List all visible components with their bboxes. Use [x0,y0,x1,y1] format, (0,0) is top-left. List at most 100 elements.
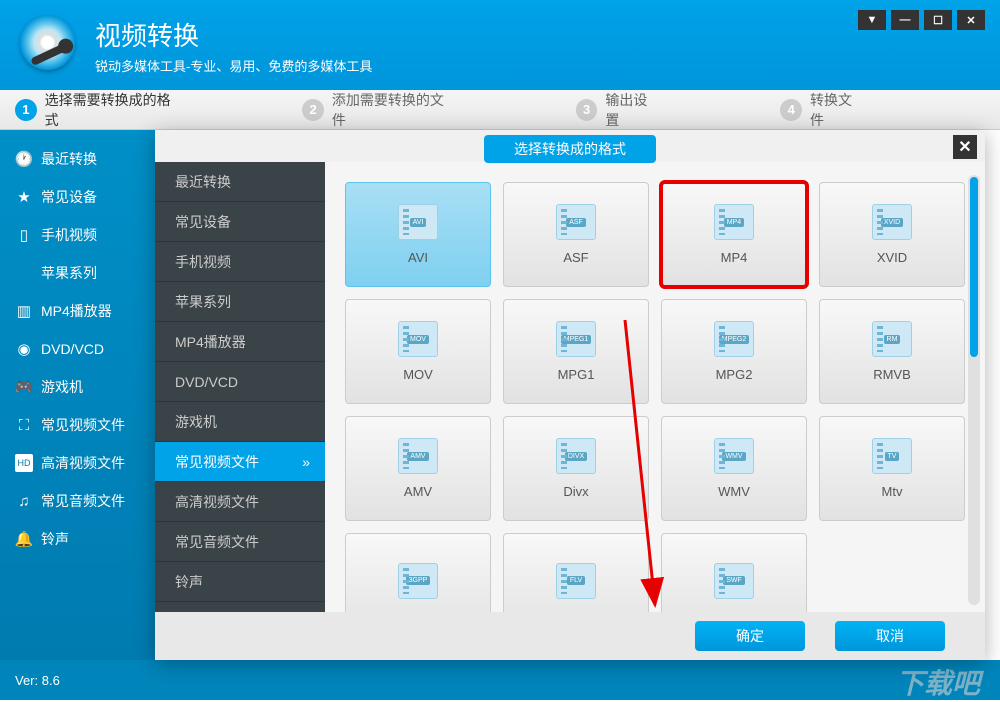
format-label: XVID [877,250,907,265]
format-card-asf[interactable]: ASF ASF [503,182,649,287]
step-num-badge: 2 [302,99,324,121]
sidebar-item-label: DVD/VCD [41,341,104,357]
format-file-icon: RM [872,321,912,357]
step-2[interactable]: 2 添加需要转换的文件 [302,90,456,130]
step-label: 选择需要转换成的格式 [45,90,183,130]
footer: Ver: 8.6 [0,660,1000,700]
format-label: WMV [718,484,750,499]
bars-icon: ▥ [15,302,33,320]
dialog-sidebar-item[interactable]: MP4播放器 [155,322,325,362]
step-3[interactable]: 3 输出设置 [576,90,661,130]
sidebar-item-label: 常见设备 [41,187,97,207]
format-card-mtv[interactable]: TVMtv [819,416,965,521]
format-card-wmv[interactable]: WMV WMV [661,416,807,521]
sidebar-item-ringtone[interactable]: 🔔铃声 [0,520,155,558]
sidebar-item-devices[interactable]: ★常见设备 [0,178,155,216]
sidebar-item-hd[interactable]: HD 高清视频文件 [0,444,155,482]
minimize-button[interactable]: — [891,10,919,30]
dialog-sidebar-item[interactable]: 苹果系列 [155,282,325,322]
format-grid: AVIAVI ASF ASF MP4 MP4 XVIDXVID MOVMOV MPEG1 MPG… [325,162,985,612]
format-file-icon: TV [872,438,912,474]
phone-icon: ▯ [15,226,33,244]
ok-button[interactable]: 确定 [695,621,805,651]
format-card-mp4[interactable]: MP4 MP4 [661,182,807,287]
dialog-sidebar-item[interactable]: 游戏机 [155,402,325,442]
sidebar-item-video[interactable]: ⛶ 常见视频文件 [0,406,155,444]
sidebar-item-phone[interactable]: ▯手机视频 [0,216,155,254]
sidebar-item-label: 高清视频文件 [41,453,125,473]
step-label: 输出设置 [605,90,660,130]
dialog-titlebar: 选择转换成的格式 ✕ [155,130,985,162]
sidebar-item-audio[interactable]: ♫常见音频文件 [0,482,155,520]
dialog-sidebar-item[interactable]: 最近转换 [155,162,325,202]
dialog-close-button[interactable]: ✕ [953,135,977,159]
sidebar-item-dvd[interactable]: ◉ DVD/VCD [0,330,155,368]
maximize-button[interactable]: ☐ [924,10,952,30]
dialog-sidebar-item[interactable]: 高清视频文件 [155,482,325,522]
step-4[interactable]: 4 转换文件 [780,90,865,130]
format-card-flv[interactable]: FLV [503,533,649,612]
step-num-badge: 1 [15,99,37,121]
window-controls: ▼ — ☐ ✕ [858,10,985,30]
format-label: RMVB [873,367,911,382]
sidebar-item-mp4player[interactable]: ▥ MP4播放器 [0,292,155,330]
app-title: 视频转换 [95,16,372,53]
dialog-title: 选择转换成的格式 [484,135,656,163]
format-label: MP4 [721,250,748,265]
hd-icon: HD [15,454,33,472]
cancel-button[interactable]: 取消 [835,621,945,651]
sidebar-item-label: 常见视频文件 [41,415,125,435]
format-label: Divx [563,484,588,499]
format-file-icon: 3GPP [398,563,438,599]
format-file-icon: FLV [556,563,596,599]
format-label: MPG1 [558,367,595,382]
film-icon: ⛶ [15,416,33,434]
sidebar-item-label: 常见音频文件 [41,491,125,511]
format-file-icon: DIVX [556,438,596,474]
sidebar-item-label: MP4播放器 [41,301,112,321]
dialog-sidebar-item[interactable]: 常见视频文件 [155,442,325,482]
step-1[interactable]: 1 选择需要转换成的格式 [15,90,182,130]
format-card-3gpp[interactable]: 3GPP [345,533,491,612]
step-label: 转换文件 [810,90,865,130]
format-label: MOV [403,367,433,382]
dialog-sidebar-item[interactable]: 手机视频 [155,242,325,282]
format-file-icon: MP4 [714,204,754,240]
disc-icon: ◉ [15,340,33,358]
main-sidebar: 🕐最近转换 ★常见设备 ▯手机视频 苹果系列 ▥MP4播放器 ◉DVD/VCD … [0,130,155,660]
format-file-icon: MPEG1 [556,321,596,357]
format-card-mpg1[interactable]: MPEG1 MPG1 [503,299,649,404]
format-file-icon: AVI [398,204,438,240]
format-card-xvid[interactable]: XVIDXVID [819,182,965,287]
dialog-sidebar: 最近转换常见设备手机视频苹果系列MP4播放器DVD/VCD游戏机常见视频文件高清… [155,162,325,612]
format-file-icon: ASF [556,204,596,240]
format-card-rmvb[interactable]: RM RMVB [819,299,965,404]
format-file-icon: WMV [714,438,754,474]
dialog-sidebar-item[interactable]: 铃声 [155,562,325,602]
format-dialog: 选择转换成的格式 ✕ 最近转换常见设备手机视频苹果系列MP4播放器DVD/VCD… [155,130,985,660]
sidebar-item-game[interactable]: 🎮游戏机 [0,368,155,406]
sidebar-item-recent[interactable]: 🕐最近转换 [0,140,155,178]
format-card-avi[interactable]: AVIAVI [345,182,491,287]
bell-icon: 🔔 [15,530,33,548]
scrollbar-thumb[interactable] [970,177,978,357]
format-card-mpg2[interactable]: MPEG2MPG2 [661,299,807,404]
clock-icon: 🕐 [15,150,33,168]
format-card-swf[interactable]: SWF [661,533,807,612]
step-num-badge: 4 [780,99,802,121]
scrollbar[interactable] [968,175,980,605]
dialog-sidebar-item[interactable]: 常见音频文件 [155,522,325,562]
format-card-amv[interactable]: AMV AMV [345,416,491,521]
sidebar-item-apple[interactable]: 苹果系列 [0,254,155,292]
close-button[interactable]: ✕ [957,10,985,30]
format-card-divx[interactable]: DIVX Divx [503,416,649,521]
format-label: ASF [563,250,588,265]
format-label: AMV [404,484,432,499]
format-card-mov[interactable]: MOVMOV [345,299,491,404]
app-logo-icon [20,15,80,75]
sidebar-item-label: 游戏机 [41,377,83,397]
dropdown-button[interactable]: ▼ [858,10,886,30]
format-file-icon: AMV [398,438,438,474]
dialog-sidebar-item[interactable]: DVD/VCD [155,362,325,402]
dialog-sidebar-item[interactable]: 常见设备 [155,202,325,242]
